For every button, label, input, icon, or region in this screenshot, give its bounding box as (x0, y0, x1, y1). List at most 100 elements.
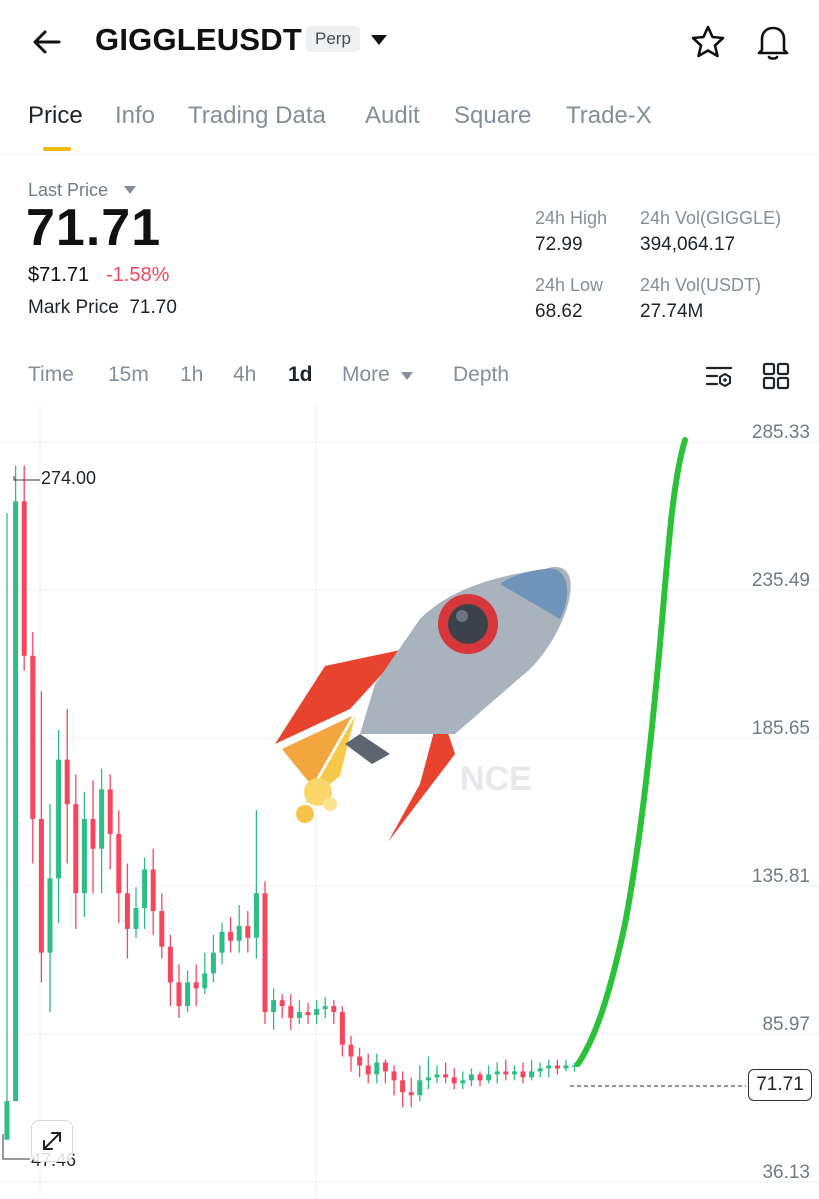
candle-body (159, 911, 165, 947)
candle-body (253, 893, 259, 938)
rocket-illustration (275, 567, 571, 842)
candle-body (133, 908, 139, 929)
tab-price[interactable]: Price (28, 102, 83, 130)
candle-body (348, 1044, 354, 1057)
candle-body (339, 1012, 345, 1045)
candle-body (305, 1012, 311, 1016)
candle-body (150, 869, 156, 912)
timeframe-1h[interactable]: 1h (180, 363, 203, 387)
candle-body (99, 789, 105, 849)
candle-body (434, 1074, 440, 1078)
candle-body (314, 1009, 320, 1016)
candle-body (529, 1071, 535, 1078)
price-change: -1.58% (106, 264, 170, 286)
candle-body (477, 1074, 483, 1081)
candle-body (73, 804, 79, 894)
stat-vol-quote-value: 27.74M (640, 301, 704, 322)
candle-body (142, 869, 148, 909)
price-chart[interactable]: NCE 285.33 235.49 185.65 135.81 85.97 36.13 2… (0, 404, 819, 1199)
candle-body (443, 1074, 449, 1078)
candle-body (417, 1080, 423, 1096)
indicator-settings-icon[interactable] (703, 360, 735, 392)
timeframe-1d[interactable]: 1d (288, 363, 313, 387)
candle-body (365, 1065, 371, 1075)
candle-body (494, 1071, 500, 1075)
candle-body (167, 946, 173, 983)
y-axis-label: 135.81 (752, 866, 810, 887)
candle-body (30, 655, 36, 820)
timeframe-time[interactable]: Time (28, 363, 74, 387)
bell-icon[interactable] (752, 20, 794, 62)
symbol-title[interactable]: GIGGLEUSDT (95, 22, 302, 58)
top-bar: GIGGLEUSDT Perp (0, 0, 819, 84)
candle-body (279, 1000, 285, 1007)
candle-body (288, 1006, 294, 1018)
y-axis-label: 185.65 (752, 718, 810, 739)
caret-down-icon[interactable] (400, 371, 414, 381)
candle-body (38, 819, 44, 953)
timeframe-depth[interactable]: Depth (453, 363, 509, 387)
candle-body (382, 1062, 388, 1072)
candle-body (546, 1065, 552, 1069)
expand-chart-button[interactable] (31, 1120, 73, 1162)
grid-layout-icon[interactable] (760, 360, 792, 392)
stat-vol-base-label: 24h Vol(GIGGLE) (640, 208, 782, 228)
mark-price: Mark Price 71.70 (28, 297, 177, 319)
candle-body (236, 925, 242, 941)
candle-body (176, 982, 182, 1007)
expand-icon (43, 1132, 61, 1150)
candle-body (64, 759, 70, 805)
candle-body (13, 501, 19, 1102)
caret-down-icon[interactable] (368, 32, 390, 48)
candle-body (124, 893, 130, 929)
candle-body (202, 973, 208, 989)
y-axis-label: 235.49 (752, 570, 810, 591)
caret-down-icon[interactable] (122, 184, 138, 196)
candle-body (520, 1071, 526, 1078)
candle-body (563, 1065, 569, 1069)
stat-vol-base-value: 394,064.17 (640, 234, 736, 255)
y-axis-label: 85.97 (762, 1014, 810, 1035)
candle-body (21, 501, 27, 656)
stat-low-label: 24h Low (535, 275, 604, 295)
candle-body (56, 759, 62, 879)
candle-body (262, 893, 268, 1013)
candle-body (228, 931, 234, 941)
usd-price: $71.71 (28, 264, 90, 286)
candle-body (271, 1000, 277, 1013)
active-tab-indicator (43, 147, 71, 151)
candle-body (451, 1077, 457, 1084)
stat-high-label: 24h High (535, 208, 608, 228)
chart-grid (0, 404, 819, 1199)
current-price-label: 71.71 (748, 1069, 812, 1101)
candle-body (81, 819, 87, 894)
candle-body (322, 1006, 328, 1010)
tab-bar: Price Info Trading Data Audit Square Tra… (0, 98, 819, 155)
candle-body (47, 878, 53, 953)
candle-body (537, 1068, 543, 1072)
candles (4, 465, 578, 1140)
tab-info[interactable]: Info (115, 102, 155, 130)
timeframe-4h[interactable]: 4h (233, 363, 256, 387)
tab-trading-data[interactable]: Trading Data (188, 102, 326, 130)
candle-body (296, 1012, 302, 1018)
star-icon[interactable] (688, 22, 728, 62)
high-label: 274.00 (41, 468, 96, 488)
timeframe-more[interactable]: More (342, 363, 390, 387)
stat-vol-quote-label: 24h Vol(USDT) (640, 275, 762, 295)
perp-badge: Perp (306, 26, 360, 52)
back-arrow-icon[interactable] (28, 22, 68, 62)
candle-body (374, 1062, 380, 1075)
candle-body (210, 952, 216, 974)
tab-square[interactable]: Square (454, 102, 531, 130)
timeframe-15m[interactable]: 15m (108, 363, 149, 387)
tab-trade-x[interactable]: Trade-X (566, 102, 652, 130)
candle-body (468, 1074, 474, 1081)
candle-body (357, 1056, 363, 1066)
candle-body (511, 1071, 517, 1075)
candle-body (331, 1006, 337, 1013)
tab-audit[interactable]: Audit (365, 102, 420, 130)
y-axis-label: 36.13 (762, 1162, 810, 1183)
mark-price-label: Mark Price (28, 297, 119, 318)
candle-body (408, 1092, 414, 1096)
